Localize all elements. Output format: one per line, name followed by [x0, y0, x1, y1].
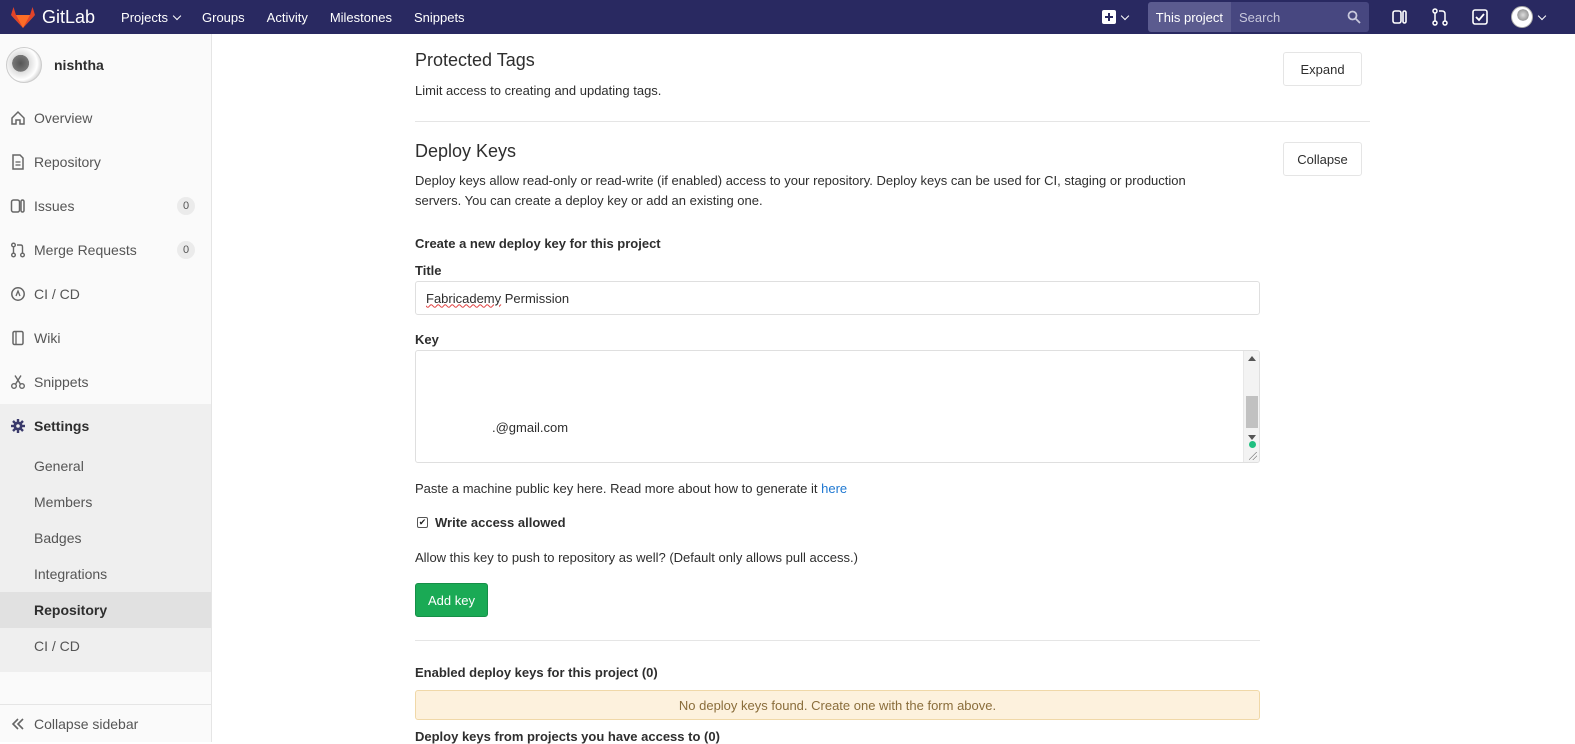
write-access-label[interactable]: Write access allowed	[435, 515, 566, 530]
textarea-scrollbar[interactable]	[1243, 351, 1259, 462]
sidebar-item-overview[interactable]: Overview	[0, 96, 211, 140]
sidebar-item-ci-cd[interactable]: CI / CD	[0, 272, 211, 316]
scroll-down-arrow-icon[interactable]	[1248, 435, 1256, 440]
deploy-keys-title: Deploy Keys	[415, 141, 517, 161]
settings-sub-general[interactable]: General	[0, 448, 211, 484]
protected-tags-title: Protected Tags	[415, 50, 535, 70]
issues-icon[interactable]	[1391, 8, 1409, 26]
book-icon	[12, 330, 24, 346]
search-scope-label: This project	[1147, 2, 1231, 32]
project-name: nishtha	[54, 57, 104, 73]
sidebar-item-issues[interactable]: Issues 0	[0, 184, 211, 228]
nav-activity[interactable]: Activity	[267, 10, 308, 25]
sidebar-item-label: Issues	[34, 198, 75, 214]
nav-groups[interactable]: Groups	[202, 10, 245, 25]
merge-request-icon[interactable]	[1431, 8, 1449, 26]
grammar-status-dot	[1249, 441, 1256, 448]
top-navbar: GitLab Projects Groups Activity Mileston…	[0, 0, 1575, 34]
search-box[interactable]	[1231, 2, 1369, 32]
chevron-down-icon	[1537, 11, 1547, 20]
plus-icon	[1101, 10, 1116, 24]
settings-sub-integrations[interactable]: Integrations	[0, 556, 211, 592]
scroll-up-arrow-icon[interactable]	[1248, 356, 1256, 361]
scissors-icon	[11, 375, 25, 389]
sidebar-item-merge-requests[interactable]: Merge Requests 0	[0, 228, 211, 272]
settings-sub-repository[interactable]: Repository	[0, 592, 211, 628]
issues-icon	[10, 199, 25, 213]
deploy-key-title-input[interactable]: Fabricademy Permission	[415, 281, 1260, 315]
sidebar-item-label: Settings	[34, 418, 90, 434]
home-icon	[11, 110, 25, 125]
nav-links: Projects Groups Activity Milestones Snip…	[121, 10, 487, 25]
sidebar-item-settings[interactable]: Settings	[0, 404, 211, 448]
settings-sub-badges[interactable]: Badges	[0, 520, 211, 556]
generate-key-help-link[interactable]: here	[821, 481, 847, 496]
settings-submenu: General Members Badges Integrations Repo…	[0, 448, 211, 672]
collapse-sidebar-button[interactable]: Collapse sidebar	[0, 704, 211, 742]
form-divider	[415, 640, 1260, 641]
new-dropdown[interactable]	[1101, 10, 1130, 24]
project-sidebar: nishtha Overview Repository Issues 0 Mer…	[0, 34, 212, 742]
search-input[interactable]	[1239, 9, 1339, 25]
sidebar-item-snippets[interactable]: Snippets	[0, 360, 211, 404]
resize-handle-icon[interactable]	[1249, 452, 1257, 460]
expand-button[interactable]: Expand	[1283, 52, 1362, 86]
project-header[interactable]: nishtha	[0, 34, 211, 96]
collapse-sidebar-label: Collapse sidebar	[34, 715, 139, 732]
issues-count-badge: 0	[177, 197, 195, 215]
double-chevron-left-icon	[11, 717, 24, 730]
user-avatar	[1511, 6, 1533, 28]
rocket-icon	[11, 287, 25, 301]
deploy-keys-description-line1: Deploy keys allow read-only or read-writ…	[415, 173, 1186, 188]
search-icon	[1347, 10, 1361, 24]
form-heading: Create a new deploy key for this project	[415, 236, 661, 251]
nav-snippets[interactable]: Snippets	[414, 10, 465, 25]
settings-sub-members[interactable]: Members	[0, 484, 211, 520]
protected-tags-description: Limit access to creating and updating ta…	[415, 83, 662, 98]
sidebar-item-label: Repository	[34, 154, 101, 170]
title-label: Title	[415, 263, 442, 278]
sidebar-item-label: Wiki	[34, 330, 61, 346]
nav-milestones[interactable]: Milestones	[330, 10, 392, 25]
sidebar-item-repository[interactable]: Repository	[0, 140, 211, 184]
nav-right: This project	[1101, 0, 1575, 34]
settings-sub-ci-cd[interactable]: CI / CD	[0, 628, 211, 664]
section-divider	[415, 121, 1370, 122]
deploy-key-textarea[interactable]: .@gmail.com	[415, 350, 1260, 463]
chevron-down-icon	[172, 11, 182, 20]
sidebar-item-wiki[interactable]: Wiki	[0, 316, 211, 360]
collapse-button[interactable]: Collapse	[1283, 142, 1362, 176]
title-value-word: Fabricademy	[426, 290, 502, 306]
enabled-keys-heading: Enabled deploy keys for this project (0)	[415, 665, 658, 680]
sidebar-item-label: Snippets	[34, 374, 89, 390]
user-dropdown[interactable]	[1511, 6, 1547, 28]
write-access-help: Allow this key to push to repository as …	[415, 550, 858, 565]
add-key-button[interactable]: Add key	[415, 583, 488, 617]
sidebar-item-label: Overview	[34, 110, 93, 126]
key-label: Key	[415, 332, 439, 347]
write-access-checkbox[interactable]: ✔	[417, 517, 428, 528]
gitlab-home-link[interactable]: GitLab	[0, 0, 95, 34]
sidebar-item-label: Merge Requests	[34, 242, 137, 258]
deploy-keys-description-line2: servers. You can create a deploy key or …	[415, 193, 763, 208]
chevron-down-icon	[1120, 11, 1130, 20]
gitlab-logo-icon	[11, 7, 35, 28]
brand-name: GitLab	[42, 6, 96, 27]
key-visible-text: .@gmail.com	[492, 420, 569, 435]
nav-projects[interactable]: Projects	[121, 10, 182, 25]
scroll-thumb[interactable]	[1246, 396, 1258, 428]
merge-request-icon	[11, 242, 25, 258]
no-keys-message: No deploy keys found. Create one with th…	[415, 690, 1260, 720]
doc-icon	[12, 154, 24, 170]
gear-icon	[11, 419, 25, 433]
todo-icon[interactable]	[1471, 8, 1489, 26]
project-avatar	[6, 47, 42, 83]
merge-requests-count-badge: 0	[177, 241, 195, 259]
sidebar-item-label: CI / CD	[34, 286, 80, 302]
key-help-text: Paste a machine public key here. Read mo…	[415, 481, 848, 496]
title-value-rest: Permission	[501, 290, 570, 306]
